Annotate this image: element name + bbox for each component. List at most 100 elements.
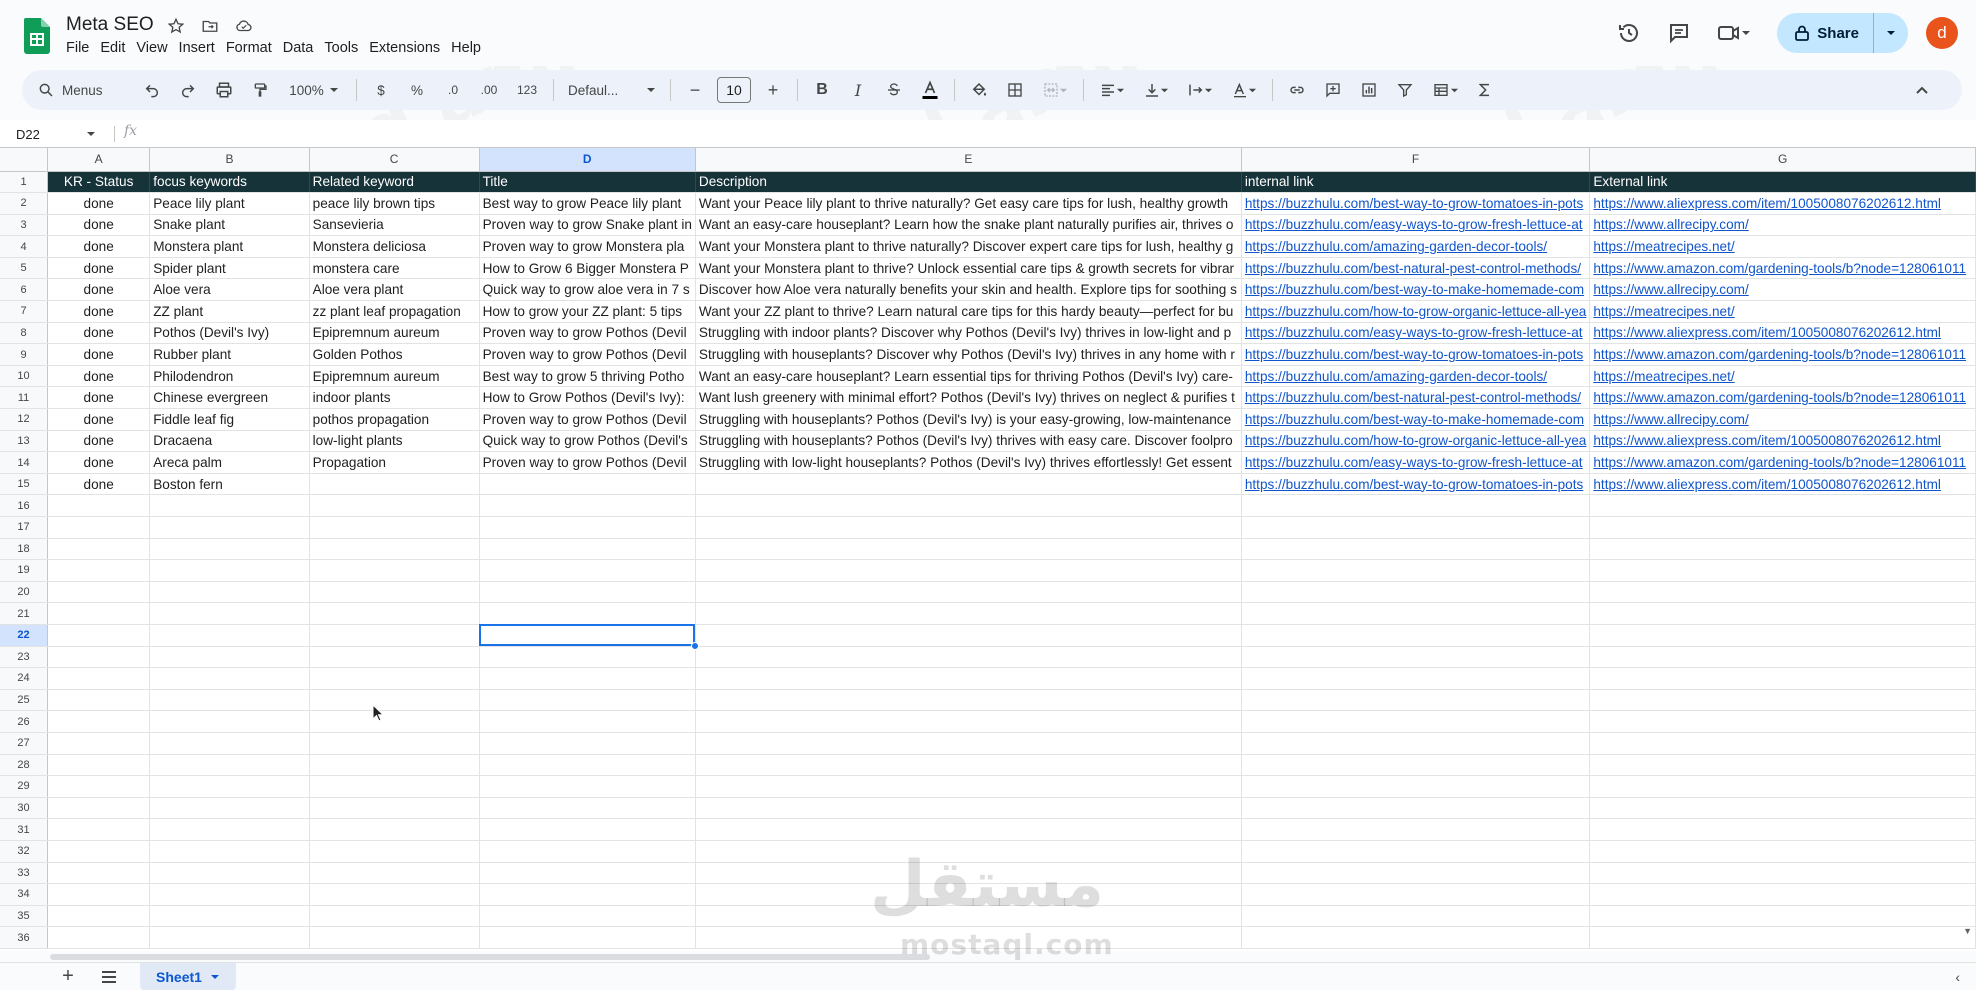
name-box[interactable]: D22: [16, 124, 102, 144]
column-header-e[interactable]: E: [695, 148, 1242, 172]
text-wrapping-button[interactable]: [1182, 76, 1218, 104]
cell[interactable]: Struggling with houseplants? Discover wh…: [695, 343, 1242, 366]
empty-cell[interactable]: [479, 840, 696, 863]
empty-cell[interactable]: [695, 581, 1242, 604]
text-color-button[interactable]: [916, 76, 944, 104]
format-currency-button[interactable]: $: [367, 76, 395, 104]
empty-cell[interactable]: [1241, 559, 1591, 582]
menu-data[interactable]: Data: [283, 40, 322, 56]
cell[interactable]: done: [47, 343, 151, 366]
column-header-c[interactable]: C: [309, 148, 480, 172]
empty-cell[interactable]: [149, 883, 310, 906]
empty-cell[interactable]: [1589, 754, 1976, 777]
row-header[interactable]: 9: [0, 343, 49, 366]
empty-cell[interactable]: [149, 581, 310, 604]
row-header[interactable]: 8: [0, 322, 49, 345]
empty-cell[interactable]: [309, 775, 480, 798]
empty-cell[interactable]: [695, 840, 1242, 863]
decrease-decimal-button[interactable]: .0: [439, 76, 467, 104]
empty-cell[interactable]: [47, 797, 151, 820]
empty-cell[interactable]: [47, 602, 151, 625]
cell[interactable]: Chinese evergreen: [149, 386, 310, 410]
row-header[interactable]: 17: [0, 516, 49, 539]
empty-cell[interactable]: [149, 624, 310, 647]
empty-cell[interactable]: [695, 862, 1242, 885]
cell[interactable]: [695, 473, 1242, 496]
empty-cell[interactable]: [149, 926, 310, 949]
empty-cell[interactable]: [309, 818, 480, 841]
empty-cell[interactable]: [47, 667, 151, 690]
empty-cell[interactable]: [309, 883, 480, 906]
empty-cell[interactable]: [149, 494, 310, 517]
empty-cell[interactable]: [47, 516, 151, 539]
cell[interactable]: https://www.aliexpress.com/item/10050080…: [1589, 322, 1976, 345]
empty-cell[interactable]: [47, 732, 151, 755]
empty-cell[interactable]: [309, 646, 480, 669]
cell[interactable]: https://buzzhulu.com/best-natural-pest-c…: [1241, 257, 1591, 280]
empty-cell[interactable]: [309, 559, 480, 582]
cell[interactable]: https://www.allrecipy.com/: [1589, 214, 1976, 237]
cell[interactable]: https://www.amazon.com/gardening-tools/b…: [1589, 257, 1976, 280]
empty-cell[interactable]: [1241, 710, 1591, 733]
header-cell[interactable]: internal link: [1241, 171, 1591, 194]
column-header-a[interactable]: A: [47, 148, 151, 172]
empty-cell[interactable]: [149, 516, 310, 539]
cell[interactable]: done: [47, 386, 151, 410]
empty-cell[interactable]: [1589, 602, 1976, 625]
empty-cell[interactable]: [695, 818, 1242, 841]
empty-cell[interactable]: [479, 905, 696, 928]
scrollbar-thumb[interactable]: [50, 954, 930, 960]
empty-cell[interactable]: [309, 516, 480, 539]
cell[interactable]: zz plant leaf propagation: [309, 300, 480, 323]
version-history-icon[interactable]: [1609, 13, 1649, 53]
empty-cell[interactable]: [309, 754, 480, 777]
cell[interactable]: https://buzzhulu.com/amazing-garden-deco…: [1241, 235, 1591, 258]
horizontal-scrollbar[interactable]: [50, 952, 1960, 962]
fill-handle[interactable]: [691, 642, 699, 650]
sheet-tab-sheet1[interactable]: Sheet1: [140, 963, 236, 990]
document-title[interactable]: Meta SEO: [66, 14, 154, 36]
empty-cell[interactable]: [1241, 840, 1591, 863]
cell[interactable]: Areca palm: [149, 451, 310, 474]
empty-cell[interactable]: [149, 818, 310, 841]
cell[interactable]: https://buzzhulu.com/amazing-garden-deco…: [1241, 365, 1591, 388]
empty-cell[interactable]: [309, 732, 480, 755]
empty-cell[interactable]: [1589, 926, 1976, 949]
empty-cell[interactable]: [309, 624, 480, 647]
cell[interactable]: Quick way to grow Pothos (Devil's: [479, 430, 696, 453]
empty-cell[interactable]: [479, 516, 696, 539]
cell[interactable]: Epipremnum aureum: [309, 322, 480, 345]
menu-tools[interactable]: Tools: [324, 40, 366, 56]
empty-cell[interactable]: [47, 710, 151, 733]
cell[interactable]: Fiddle leaf fig: [149, 408, 310, 431]
cell[interactable]: done: [47, 451, 151, 474]
meet-video-icon[interactable]: [1709, 13, 1759, 53]
empty-cell[interactable]: [1241, 624, 1591, 647]
row-header[interactable]: 18: [0, 538, 49, 561]
cell[interactable]: https://meatrecipes.net/: [1589, 365, 1976, 388]
column-header-d[interactable]: D: [479, 148, 696, 172]
empty-cell[interactable]: [695, 926, 1242, 949]
empty-cell[interactable]: [1241, 754, 1591, 777]
empty-cell[interactable]: [309, 840, 480, 863]
collapse-toolbar-button[interactable]: [1908, 76, 1936, 104]
empty-cell[interactable]: [479, 538, 696, 561]
menu-extensions[interactable]: Extensions: [369, 40, 448, 56]
row-header[interactable]: 22: [0, 624, 49, 647]
row-header[interactable]: 28: [0, 754, 49, 777]
empty-cell[interactable]: [149, 559, 310, 582]
cell[interactable]: Best way to grow Peace lily plant: [479, 192, 696, 215]
empty-cell[interactable]: [47, 818, 151, 841]
empty-cell[interactable]: [309, 667, 480, 690]
empty-cell[interactable]: [149, 905, 310, 928]
empty-cell[interactable]: [695, 494, 1242, 517]
empty-cell[interactable]: [695, 516, 1242, 539]
empty-cell[interactable]: [309, 926, 480, 949]
cell[interactable]: Want an easy-care houseplant? Learn esse…: [695, 365, 1242, 388]
empty-cell[interactable]: [149, 862, 310, 885]
empty-cell[interactable]: [1589, 797, 1976, 820]
cell[interactable]: peace lily brown tips: [309, 192, 480, 215]
cell[interactable]: Want lush greenery with minimal effort? …: [695, 386, 1242, 410]
empty-cell[interactable]: [479, 602, 696, 625]
cell[interactable]: https://buzzhulu.com/how-to-grow-organic…: [1241, 430, 1591, 453]
